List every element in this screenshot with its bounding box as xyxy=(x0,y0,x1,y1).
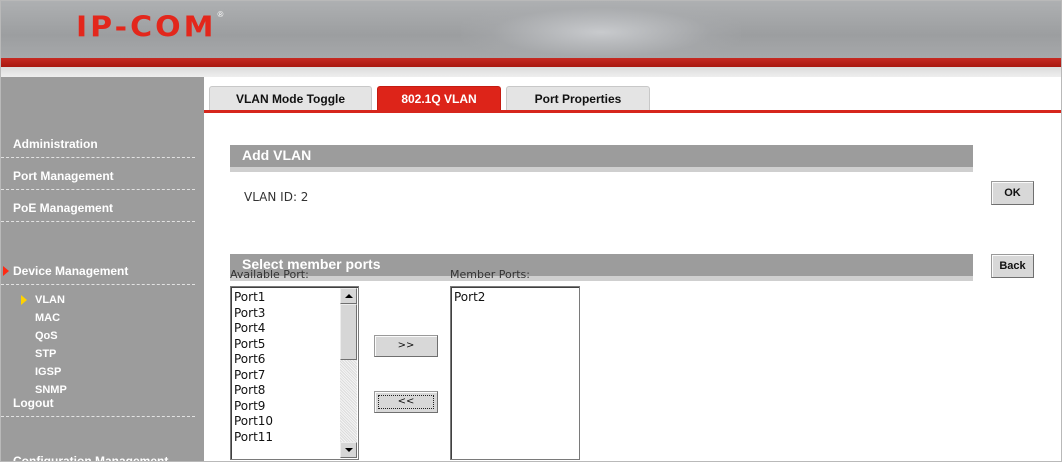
ok-button[interactable]: OK xyxy=(991,181,1034,205)
world-map-graphic xyxy=(461,1,741,58)
add-port-button[interactable]: >> xyxy=(374,335,438,357)
sidebar-item-label: Administration xyxy=(13,137,98,151)
arrow-down-icon xyxy=(345,448,353,452)
sidebar-item-poe-management[interactable]: PoE Management xyxy=(1,198,195,222)
arrow-up-icon xyxy=(345,294,353,298)
header-gray-stripe xyxy=(1,67,1061,77)
sidebar-item-logout[interactable]: Logout xyxy=(1,393,195,417)
logo-text: IP-COM xyxy=(76,10,217,45)
sidebar-subitem-label: IGSP xyxy=(35,366,62,378)
sidebar-subitem-vlan[interactable]: VLAN xyxy=(21,293,65,307)
header-red-stripe xyxy=(1,58,1061,67)
app-window: IP-COM ® Administration Port Management … xyxy=(0,0,1062,462)
scroll-thumb[interactable] xyxy=(340,304,357,360)
list-item[interactable]: Port4 xyxy=(231,321,358,337)
available-port-label: Available Port: xyxy=(230,268,309,281)
sidebar-item-label: PoE Management xyxy=(13,201,114,215)
sidebar-subitem-mac[interactable]: MAC xyxy=(35,311,60,325)
active-arrow-icon xyxy=(3,266,9,276)
list-item[interactable]: Port2 xyxy=(451,290,579,306)
sidebar-subitem-qos[interactable]: QoS xyxy=(35,329,58,343)
sidebar-item-label: Port Management xyxy=(13,169,114,183)
sidebar-item-administration[interactable]: Administration xyxy=(1,134,195,158)
list-item[interactable]: Port8 xyxy=(231,383,358,399)
tab-vlan-mode-toggle[interactable]: VLAN Mode Toggle xyxy=(209,86,372,110)
sidebar-item-port-management[interactable]: Port Management xyxy=(1,166,195,190)
sidebar-subitem-label: STP xyxy=(35,348,57,360)
header-banner: IP-COM ® xyxy=(1,1,1061,58)
section-title: Add VLAN xyxy=(242,147,312,163)
sidebar-item-label: Device Management xyxy=(13,264,129,278)
sidebar-subitem-label: VLAN xyxy=(35,294,65,306)
vlan-id-text: VLAN ID: 2 xyxy=(244,190,309,204)
sidebar-subitem-stp[interactable]: STP xyxy=(35,347,56,361)
list-item[interactable]: Port5 xyxy=(231,337,358,353)
sidebar-subitem-igsp[interactable]: IGSP xyxy=(35,365,61,379)
member-ports-listbox[interactable]: Port2 xyxy=(450,286,580,460)
member-ports-label: Member Ports: xyxy=(450,268,530,281)
sidebar: Administration Port Management PoE Manag… xyxy=(1,77,204,462)
scroll-down-button[interactable] xyxy=(340,442,357,458)
select-member-ports-header: Select member ports xyxy=(230,254,973,281)
tab-802-1q-vlan[interactable]: 802.1Q VLAN xyxy=(377,86,501,110)
scroll-up-button[interactable] xyxy=(340,288,357,304)
back-button[interactable]: Back xyxy=(991,254,1034,278)
registered-mark: ® xyxy=(217,10,224,19)
sidebar-item-configuration-management[interactable]: Configuration Management xyxy=(1,451,195,462)
sidebar-item-label: Logout xyxy=(13,396,54,410)
list-item[interactable]: Port6 xyxy=(231,352,358,368)
active-arrow-icon xyxy=(21,295,27,305)
sidebar-subitem-label: QoS xyxy=(35,330,58,342)
add-vlan-header: Add VLAN xyxy=(230,145,973,172)
tab-underline xyxy=(204,110,1061,113)
available-ports-scrollbar[interactable] xyxy=(340,288,357,458)
list-item[interactable]: Port1 xyxy=(231,290,358,306)
remove-port-button[interactable]: << xyxy=(374,391,438,413)
tab-bar: VLAN Mode Toggle 802.1Q VLAN Port Proper… xyxy=(204,77,1061,113)
list-item[interactable]: Port9 xyxy=(231,399,358,415)
list-item[interactable]: Port7 xyxy=(231,368,358,384)
ip-com-logo: IP-COM ® xyxy=(76,10,223,46)
tab-port-properties[interactable]: Port Properties xyxy=(506,86,650,110)
list-item[interactable]: Port10 xyxy=(231,414,358,430)
sidebar-item-device-management[interactable]: Device Management xyxy=(1,261,195,285)
list-item[interactable]: Port3 xyxy=(231,306,358,322)
list-item[interactable]: Port11 xyxy=(231,430,358,446)
sidebar-item-label: Configuration Management xyxy=(13,454,169,462)
sidebar-subitem-label: MAC xyxy=(35,312,61,324)
